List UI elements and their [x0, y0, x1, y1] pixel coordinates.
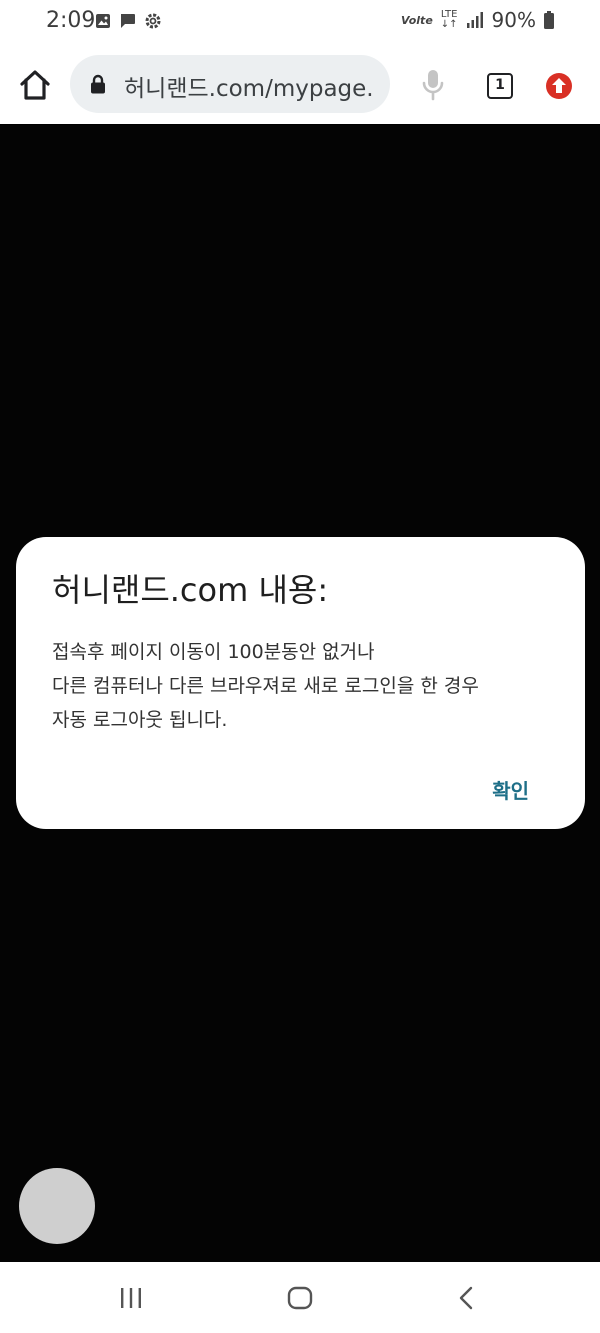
home-icon[interactable]: [18, 68, 52, 102]
url-bar[interactable]: 허니랜드.com/mypage.: [70, 55, 390, 113]
home-nav-icon[interactable]: [287, 1286, 313, 1310]
network-indicator: LTE ↓↑: [440, 9, 458, 30]
battery-icon: [544, 11, 554, 29]
lock-icon: [91, 74, 105, 94]
url-text: 허니랜드.com/mypage.: [124, 76, 374, 102]
network-type: LTE: [440, 9, 458, 20]
dialog-message: 접속후 페이지 이동이 100분동안 없거나 다른 컴퓨터나 다른 브라우져로 …: [52, 641, 479, 731]
browser-toolbar: 허니랜드.com/mypage. 1: [0, 44, 600, 169]
recents-icon[interactable]: [119, 1287, 143, 1309]
tab-count: 1: [495, 77, 505, 93]
volte-indicator: Volte: [401, 13, 433, 27]
chat-icon: [121, 14, 135, 28]
dialog-title: 허니랜드.com 내용:: [52, 571, 329, 609]
notification-icons: [95, 12, 162, 30]
status-right: Volte LTE ↓↑ 90%: [401, 8, 554, 32]
image-icon: [96, 14, 110, 28]
tab-switcher-button[interactable]: 1: [487, 73, 513, 99]
back-icon[interactable]: [458, 1286, 474, 1310]
navigation-bar: [0, 1262, 600, 1333]
status-time: 2:09: [46, 8, 96, 33]
floating-action-button[interactable]: [19, 1168, 95, 1244]
update-icon[interactable]: [545, 72, 573, 100]
mic-icon[interactable]: [420, 69, 446, 101]
alert-dialog: 허니랜드.com 내용: 접속후 페이지 이동이 100분동안 없거나 다른 컴…: [16, 537, 585, 829]
battery-percent: 90%: [491, 8, 536, 32]
status-bar: 2:09 Volte LTE ↓↑ 90%: [0, 0, 600, 44]
ok-button[interactable]: 확인: [492, 775, 529, 804]
settings-icon: [145, 13, 161, 29]
signal-icon: [466, 12, 483, 28]
